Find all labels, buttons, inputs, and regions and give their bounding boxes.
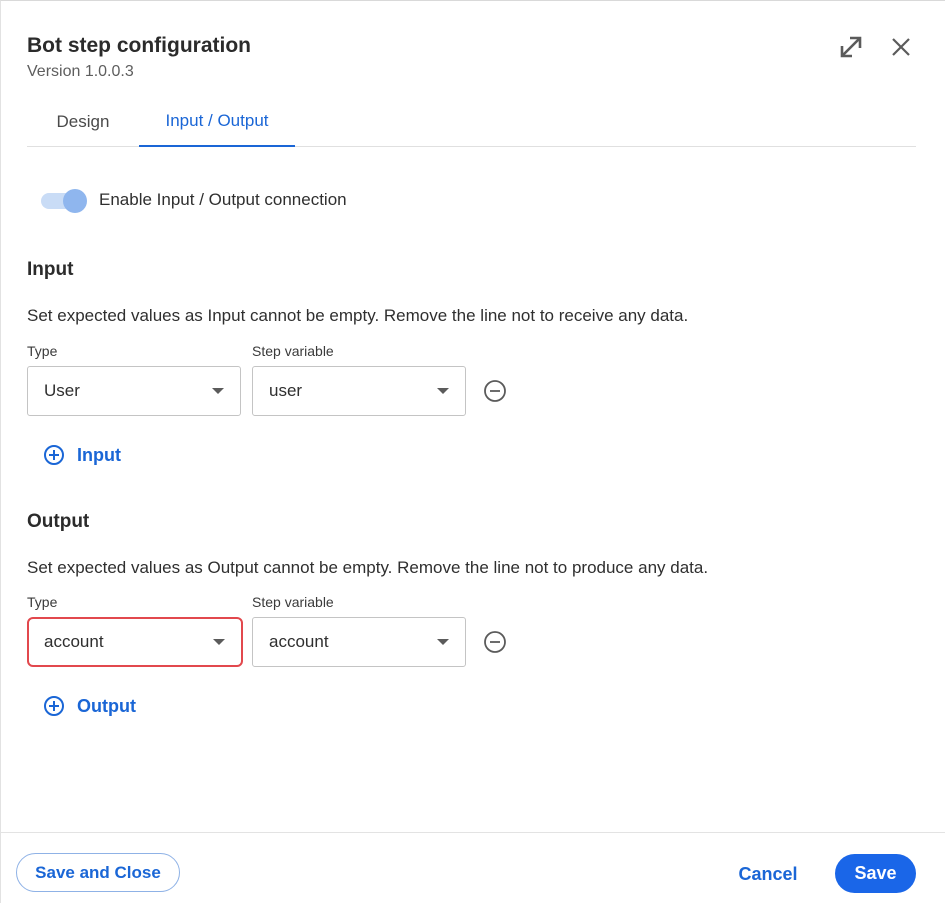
output-section-title: Output — [27, 511, 90, 532]
add-input-button[interactable]: Input — [43, 442, 121, 468]
toggle-knob — [63, 189, 87, 213]
output-type-value: account — [44, 632, 104, 651]
output-variable-label: Step variable — [252, 594, 334, 610]
output-variable-select[interactable]: account — [252, 617, 466, 667]
minus-circle-icon — [484, 631, 506, 653]
caret-down-icon — [213, 639, 225, 645]
tab-bar: Design Input / Output — [27, 97, 916, 147]
output-type-select[interactable]: account — [27, 617, 243, 667]
input-section-description: Set expected values as Input cannot be e… — [27, 306, 689, 325]
input-variable-select[interactable]: user — [252, 366, 466, 416]
input-type-select[interactable]: User — [27, 366, 241, 416]
remove-input-row-button[interactable] — [483, 379, 507, 403]
input-section-title: Input — [27, 259, 74, 280]
footer-divider — [1, 832, 945, 833]
input-type-label: Type — [27, 343, 58, 359]
add-output-label: Output — [77, 695, 136, 716]
tab-design[interactable]: Design — [27, 97, 139, 147]
dialog-title: Bot step configuration — [27, 34, 251, 57]
add-input-label: Input — [77, 444, 121, 465]
plus-circle-icon — [44, 696, 64, 716]
output-section-description: Set expected values as Output cannot be … — [27, 558, 709, 577]
expand-icon[interactable] — [835, 31, 867, 63]
enable-io-toggle-label: Enable Input / Output connection — [99, 190, 347, 209]
input-variable-value: user — [269, 381, 303, 400]
input-variable-label: Step variable — [252, 343, 334, 359]
dialog-version: Version 1.0.0.3 — [27, 63, 134, 80]
remove-output-row-button[interactable] — [483, 630, 507, 654]
minus-circle-icon — [484, 380, 506, 402]
caret-down-icon — [437, 639, 449, 645]
output-variable-value: account — [269, 632, 329, 651]
save-button[interactable]: Save — [835, 854, 916, 893]
caret-down-icon — [212, 388, 224, 394]
cancel-button[interactable]: Cancel — [727, 857, 809, 891]
enable-io-toggle[interactable] — [41, 187, 89, 215]
caret-down-icon — [437, 388, 449, 394]
add-output-button[interactable]: Output — [43, 693, 136, 719]
bot-step-configuration-dialog: Bot step configuration Version 1.0.0.3 D… — [0, 0, 945, 903]
output-type-label: Type — [27, 594, 58, 610]
plus-circle-icon — [44, 445, 64, 465]
input-type-value: User — [44, 381, 80, 400]
save-and-close-button[interactable]: Save and Close — [16, 853, 180, 892]
tab-input-output[interactable]: Input / Output — [139, 97, 295, 147]
close-icon[interactable] — [887, 33, 915, 61]
